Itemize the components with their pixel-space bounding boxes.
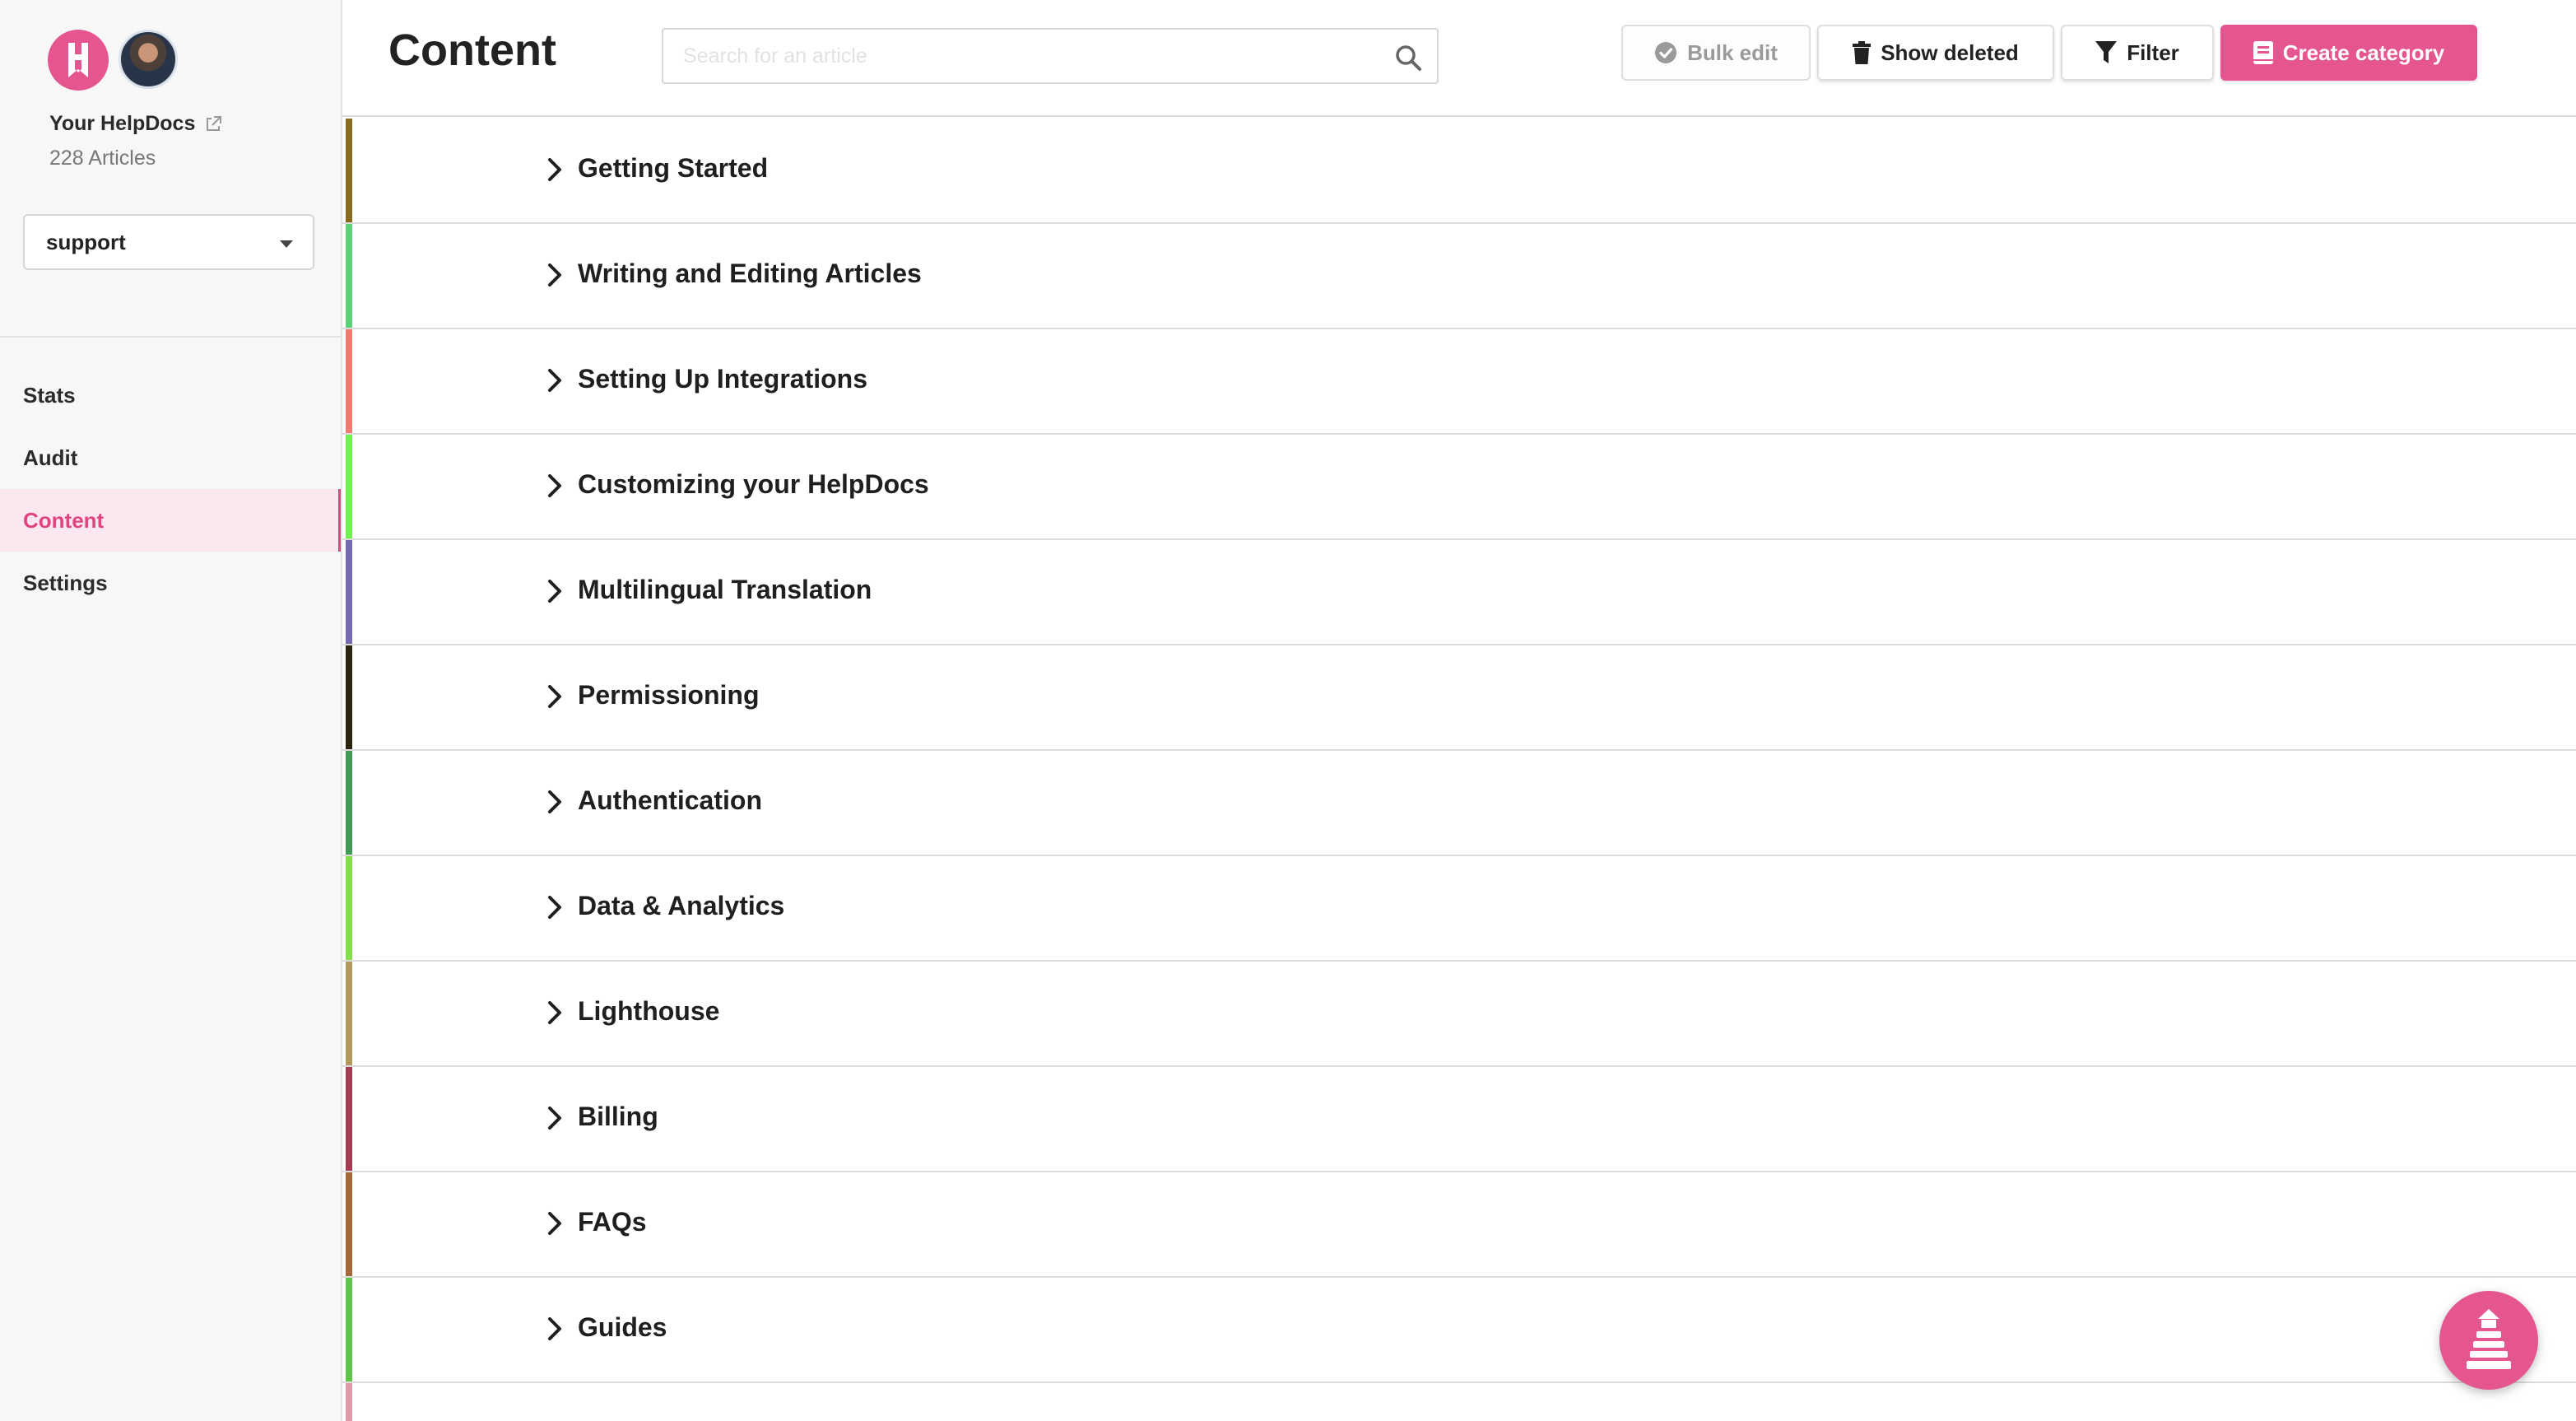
app: Your HelpDocs 228 Articles support Stats… <box>0 0 2576 1421</box>
create-category-label: Create category <box>2282 40 2445 65</box>
category-name: Data & Analytics <box>578 891 785 920</box>
sidebar-item-label: Stats <box>23 382 76 408</box>
category-row[interactable]: Writing and Editing Articles <box>342 224 2576 329</box>
category-color-bar <box>346 119 352 222</box>
chevron-right-icon[interactable] <box>543 364 566 397</box>
caret-down-icon <box>280 240 293 248</box>
category-row[interactable]: Lighthouse <box>342 962 2576 1067</box>
filter-button[interactable]: Filter <box>2061 25 2214 81</box>
sidebar-item-stats[interactable]: Stats <box>0 364 341 426</box>
category-name: Multilingual Translation <box>578 575 872 604</box>
chevron-right-icon[interactable] <box>543 153 566 186</box>
category-name: Customizing your HelpDocs <box>578 469 929 499</box>
book-icon <box>2253 41 2273 64</box>
knowledge-base-select[interactable]: support <box>23 214 314 270</box>
show-deleted-label: Show deleted <box>1881 40 2019 65</box>
brand-name: Your HelpDocs <box>49 112 196 135</box>
trash-icon <box>1853 41 1872 64</box>
category-name: Lighthouse <box>578 996 720 1026</box>
topbar: Content Bulk edit <box>342 0 2576 117</box>
sidebar-item-settings[interactable]: Settings <box>0 552 341 614</box>
chevron-right-icon[interactable] <box>543 680 566 713</box>
sidebar-item-label: Audit <box>23 445 78 470</box>
category-name: Getting Started <box>578 153 769 183</box>
chevron-right-icon[interactable] <box>543 575 566 608</box>
category-color-bar <box>346 1278 352 1381</box>
search-input[interactable] <box>663 30 1437 82</box>
chevron-right-icon[interactable] <box>543 1207 566 1240</box>
chevron-right-icon[interactable] <box>543 891 566 924</box>
category-row[interactable] <box>342 1383 2576 1421</box>
check-circle-icon <box>1655 42 1677 63</box>
category-color-bar <box>346 1383 352 1421</box>
category-color-bar <box>346 645 352 749</box>
category-name: FAQs <box>578 1207 647 1237</box>
category-color-bar <box>346 224 352 328</box>
filter-icon <box>2095 41 2118 63</box>
category-color-bar <box>346 540 352 644</box>
lighthouse-icon <box>2467 1309 2511 1369</box>
category-name: Writing and Editing Articles <box>578 259 922 288</box>
avatar[interactable] <box>119 30 178 89</box>
chevron-right-icon[interactable] <box>543 996 566 1029</box>
filter-label: Filter <box>2127 40 2179 65</box>
category-row[interactable]: Customizing your HelpDocs <box>342 435 2576 540</box>
chevron-right-icon[interactable] <box>543 785 566 818</box>
chevron-right-icon[interactable] <box>543 1418 566 1421</box>
chevron-right-icon[interactable] <box>543 1102 566 1134</box>
chevron-right-icon[interactable] <box>543 1312 566 1345</box>
helpdocs-logo-icon[interactable] <box>48 30 109 91</box>
category-name: Billing <box>578 1102 658 1131</box>
category-color-bar <box>346 962 352 1065</box>
sidebar-item-label: Content <box>23 507 105 533</box>
category-row[interactable]: FAQs <box>342 1172 2576 1278</box>
main-content: Content Bulk edit <box>342 0 2576 1421</box>
sidebar-nav: Stats Audit Content Settings <box>0 364 341 614</box>
sidebar-item-audit[interactable]: Audit <box>0 426 341 489</box>
category-name: Permissioning <box>578 680 760 710</box>
category-list: Getting Started Writing and Editing Arti… <box>342 119 2576 1421</box>
category-row[interactable]: Setting Up Integrations <box>342 329 2576 435</box>
category-row[interactable]: Permissioning <box>342 645 2576 751</box>
category-color-bar <box>346 435 352 538</box>
chevron-right-icon[interactable] <box>543 259 566 291</box>
knowledge-base-select-value: support <box>46 229 126 254</box>
page-title: Content <box>388 26 556 75</box>
sidebar: Your HelpDocs 228 Articles support Stats… <box>0 0 342 1421</box>
brand-link[interactable]: Your HelpDocs <box>49 112 223 136</box>
category-color-bar <box>346 856 352 960</box>
category-row[interactable]: Multilingual Translation <box>342 540 2576 645</box>
category-color-bar <box>346 1172 352 1276</box>
category-name: Guides <box>578 1312 667 1342</box>
show-deleted-button[interactable]: Show deleted <box>1817 25 2054 81</box>
chevron-right-icon[interactable] <box>543 469 566 502</box>
category-name: Authentication <box>578 785 762 815</box>
category-row[interactable]: Authentication <box>342 751 2576 856</box>
category-color-bar <box>346 329 352 433</box>
external-link-icon <box>207 115 222 131</box>
sidebar-item-content[interactable]: Content <box>0 489 341 552</box>
bulk-edit-button[interactable]: Bulk edit <box>1621 25 1811 81</box>
category-color-bar <box>346 751 352 855</box>
category-name: Setting Up Integrations <box>578 364 867 394</box>
category-row[interactable]: Billing <box>342 1067 2576 1172</box>
category-row[interactable]: Guides <box>342 1278 2576 1383</box>
sidebar-item-label: Settings <box>23 570 108 595</box>
bulk-edit-label: Bulk edit <box>1687 40 1778 65</box>
category-color-bar <box>346 1067 352 1171</box>
article-count: 228 Articles <box>49 147 156 170</box>
category-row[interactable]: Getting Started <box>342 119 2576 224</box>
sidebar-header: Your HelpDocs 228 Articles support <box>0 0 341 338</box>
search-box <box>662 28 1439 84</box>
search-icon[interactable] <box>1394 44 1422 72</box>
category-row[interactable]: Data & Analytics <box>342 856 2576 962</box>
help-widget-button[interactable] <box>2439 1291 2538 1390</box>
create-category-button[interactable]: Create category <box>2220 25 2477 81</box>
